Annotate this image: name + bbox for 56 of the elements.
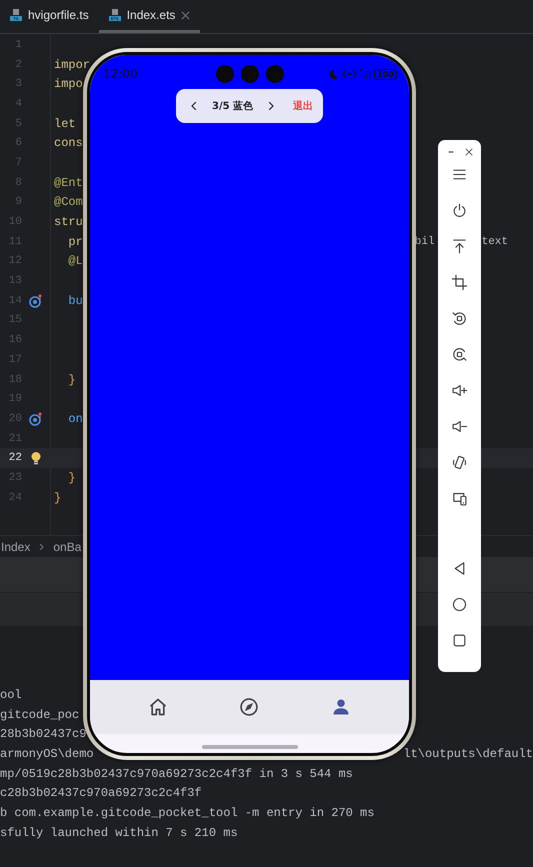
console-text: gitcode_poc — [0, 708, 80, 722]
console-text: ool — [0, 688, 22, 702]
camera-icon — [216, 65, 234, 83]
home-circle-icon[interactable] — [451, 596, 468, 613]
data-transfer-icon — [342, 69, 358, 79]
page-counter: 3/5 蓝色 — [212, 100, 254, 113]
code-text: impo — [53, 77, 83, 92]
volume-up-icon[interactable] — [451, 382, 468, 399]
rotate-right-icon[interactable] — [451, 346, 468, 363]
code-text: @L — [67, 254, 83, 268]
breadcrumb-item[interactable]: Index — [1, 540, 30, 554]
code-text: @Com — [53, 195, 83, 210]
code-text: } — [53, 490, 62, 505]
code-text: let — [53, 116, 76, 131]
console-text: lt\outputs\default — [403, 746, 533, 761]
signal-icon — [360, 69, 372, 79]
code-text: pr — [67, 234, 83, 249]
camera-icon — [266, 65, 284, 83]
console-text: 28b3b02437c9 — [0, 727, 86, 742]
devices-icon[interactable] — [451, 490, 468, 507]
code-text: @Ent — [53, 176, 83, 190]
rotate-left-icon[interactable] — [451, 310, 468, 327]
upload-arrow-icon[interactable] — [451, 238, 468, 255]
power-icon[interactable] — [451, 202, 468, 219]
code-text: } — [67, 372, 76, 387]
line-number: 22 — [8, 452, 22, 464]
code-text: } — [67, 470, 76, 485]
override-icon[interactable] — [29, 412, 43, 426]
close-icon[interactable] — [462, 146, 474, 158]
override-icon[interactable] — [29, 294, 43, 308]
status-time: 12:00 — [103, 67, 138, 81]
compass-icon — [239, 697, 260, 717]
console-text: sfully launched within 7 s 210 ms — [0, 826, 238, 840]
home-icon — [148, 697, 168, 717]
chevron-icon — [39, 542, 44, 550]
person-icon — [331, 697, 352, 717]
code-text: stru — [53, 215, 83, 230]
camera-icon — [240, 65, 258, 83]
console-text: mp/0519c28b3b02437c970a69273c2c4f3f in 3 s 544 ms — [0, 766, 353, 781]
breadcrumb-item[interactable]: onBa — [53, 540, 82, 554]
rotate-device-icon[interactable] — [451, 454, 468, 471]
crop-icon[interactable] — [451, 274, 468, 291]
code-text: text — [480, 236, 508, 248]
console-text: b com.example.gitcode_pocket_tool -m entry in 270 ms — [0, 806, 374, 820]
square-icon[interactable] — [451, 632, 468, 649]
console-text: armonyOS\demo — [0, 746, 94, 761]
exit-button[interactable]: 退出 — [293, 99, 313, 113]
moon-icon — [328, 68, 340, 80]
code-text: cons — [53, 136, 83, 150]
lightbulb-icon[interactable] — [30, 451, 42, 466]
battery-indicator: 100 — [374, 68, 397, 80]
code-text: impor — [53, 58, 90, 72]
code-text: bu — [67, 294, 83, 308]
console-text: c28b3b02437c970a69273c2c4f3f — [0, 786, 202, 800]
volume-down-icon[interactable] — [451, 418, 468, 435]
code-text: on — [67, 412, 83, 426]
